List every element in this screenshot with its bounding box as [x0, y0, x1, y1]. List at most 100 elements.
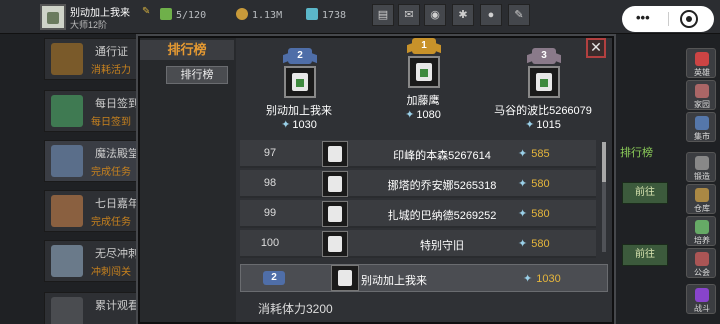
gem-counter: 1738: [306, 8, 346, 21]
home-icon: [695, 84, 709, 98]
power-value: ✦ 580: [518, 238, 550, 250]
social-icon[interactable]: ●: [480, 4, 502, 26]
rank-number: 97: [263, 147, 277, 159]
mail-icon[interactable]: ✉: [398, 4, 420, 26]
side-menu-home[interactable]: 家园: [686, 80, 716, 110]
avatar: [322, 231, 348, 257]
avatar: [322, 141, 348, 167]
side-menu-label: 培养: [694, 236, 710, 245]
shop-icon[interactable]: ▤: [372, 4, 394, 26]
side-menu-label: 集市: [694, 132, 710, 141]
podium-power: ✦ 1015: [525, 119, 561, 131]
gem-value: 1738: [322, 10, 347, 21]
side-menu-train[interactable]: 培养: [686, 216, 716, 246]
ad-icon: [51, 297, 83, 324]
gem-icon: [306, 8, 318, 20]
gold-counter: 1.13M: [236, 8, 282, 21]
podium-power: ✦ 1030: [281, 119, 317, 131]
warehouse-icon: [695, 188, 709, 202]
power-star-icon: ✦: [525, 119, 535, 131]
list-item-subtitle: 完成任务: [91, 217, 131, 228]
rank-medal-icon: 3: [532, 48, 556, 64]
go-button[interactable]: 前往: [622, 182, 668, 204]
stamina-value: 5/120: [176, 10, 207, 21]
side-menu-warehouse[interactable]: 仓库: [686, 184, 716, 214]
side-menu-guild[interactable]: 公会: [686, 248, 716, 278]
scrollbar[interactable]: [602, 142, 606, 252]
tab-ranking[interactable]: 排行榜: [166, 66, 228, 84]
edit-icon[interactable]: ✎: [142, 6, 150, 17]
side-menu-label: 英雄: [694, 68, 710, 77]
guild-icon: [695, 252, 709, 266]
anvil-icon: [695, 156, 709, 170]
list-item-title: 每日签到: [95, 98, 139, 110]
hero-icon: [695, 52, 709, 66]
avatar: [284, 66, 316, 98]
avatar: [331, 265, 359, 291]
battle-icon: [695, 288, 709, 302]
book-icon: [51, 95, 83, 127]
modal-sidebar: 排行榜 排行榜: [140, 38, 236, 322]
stamina-icon: [160, 8, 172, 20]
market-icon: [695, 116, 709, 130]
ranking-modal: 排行榜 排行榜 ✕ 2 别动加上我来 ✦ 1030 1 加藤鹰 ✦ 1080 3 马…: [138, 36, 614, 324]
power-star-icon: ✦: [405, 109, 415, 121]
chest-icon: [51, 195, 83, 227]
podium-name: 马谷的波比5266079: [494, 105, 592, 117]
list-item-title: 七日嘉年: [95, 198, 139, 210]
close-circle-icon[interactable]: [680, 10, 698, 28]
podium-second[interactable]: 2 别动加上我来 ✦ 1030: [244, 38, 354, 138]
list-item-title: 通行证: [95, 46, 128, 58]
player-name: 扎城的巴纳德5269252: [387, 210, 497, 222]
rank-medal-icon: 1: [412, 38, 436, 54]
list-item-title: 魔法殿堂: [95, 148, 139, 160]
power-star-icon: ✦: [518, 178, 528, 190]
train-icon: [695, 220, 709, 234]
avatar: [528, 66, 560, 98]
avatar: [322, 201, 348, 227]
modal-title: 排行榜: [140, 40, 234, 60]
rank-number: 98: [263, 177, 277, 189]
self-name: 别动加上我来: [361, 275, 427, 287]
settings-icon[interactable]: ✱: [452, 4, 474, 26]
trophy-icon: [51, 43, 83, 75]
player-name: 别动加上我来: [70, 8, 130, 19]
power-star-icon: ✦: [518, 208, 528, 220]
avatar: [408, 56, 440, 88]
player-name: 挪塔的乔安娜5265318: [387, 180, 497, 192]
gamepad-icon[interactable]: ◉: [424, 4, 446, 26]
ranking-list[interactable]: 97 印峰的本森5267614 ✦ 585 98 挪塔的乔安娜5265318 ✦ 5…: [240, 140, 596, 260]
side-menu-label: 公会: [694, 268, 710, 277]
avatar: [322, 171, 348, 197]
power-star-icon: ✦: [518, 238, 528, 250]
power-value: ✦ 585: [518, 148, 550, 160]
stamina-cost-text: 消耗体力3200: [258, 302, 333, 316]
crystal-icon: [51, 145, 83, 177]
table-row[interactable]: 98 挪塔的乔安娜5265318 ✦ 580: [240, 170, 596, 198]
side-menu-label: 仓库: [694, 204, 710, 213]
player-avatar[interactable]: [40, 4, 66, 30]
table-row[interactable]: 97 印峰的本森5267614 ✦ 585: [240, 140, 596, 168]
more-icon[interactable]: •••: [636, 10, 650, 25]
right-ranking-tab[interactable]: 排行榜: [620, 144, 653, 160]
power-star-icon: ✦: [523, 273, 533, 285]
rank-number: 99: [263, 207, 277, 219]
gold-value: 1.13M: [252, 10, 283, 21]
table-row[interactable]: 100 特别守旧 ✦ 580: [240, 230, 596, 258]
side-menu-forge[interactable]: 锻造: [686, 152, 716, 182]
podium-third[interactable]: 3 马谷的波比5266079 ✦ 1015: [488, 38, 598, 138]
player-name: 印峰的本森5267614: [393, 150, 491, 162]
side-menu-label: 家园: [694, 100, 710, 109]
go-button[interactable]: 前往: [622, 244, 668, 266]
rank-number: 100: [260, 237, 280, 249]
side-menu-hero[interactable]: 英雄: [686, 48, 716, 78]
side-menu-market[interactable]: 集市: [686, 112, 716, 142]
podium-first[interactable]: 1 加藤鹰 ✦ 1080: [368, 38, 478, 138]
power-star-icon: ✦: [518, 148, 528, 160]
power-value: ✦ 580: [518, 178, 550, 190]
table-row[interactable]: 99 扎城的巴纳德5269252 ✦ 580: [240, 200, 596, 228]
side-menu-battle[interactable]: 战斗: [686, 284, 716, 314]
self-power: ✦ 1030: [523, 273, 561, 285]
edit-note-icon[interactable]: ✎: [508, 4, 530, 26]
list-item-subtitle: 冲刺闯关: [91, 267, 131, 278]
